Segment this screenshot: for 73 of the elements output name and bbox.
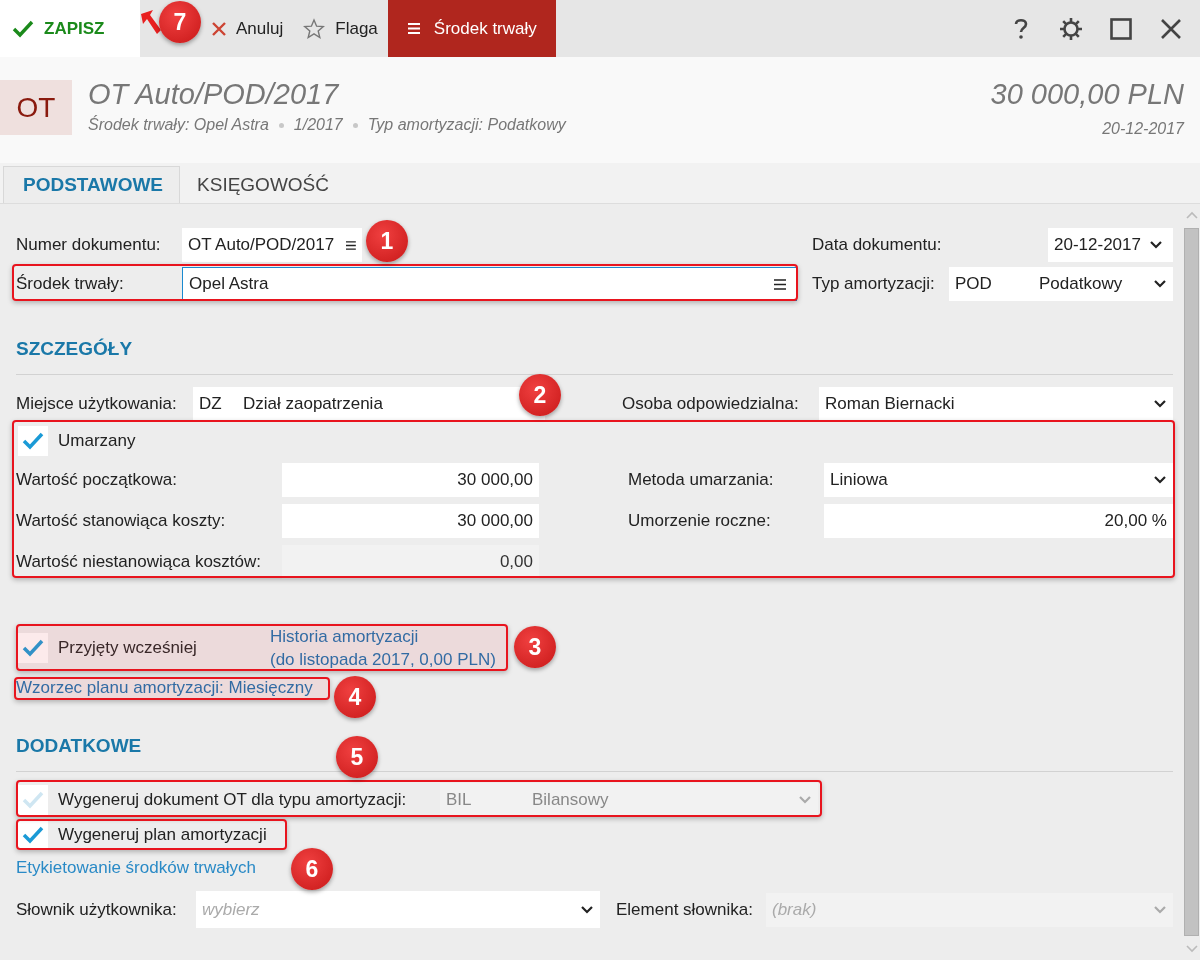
- checkbox-label: Przyjęty wcześniej: [58, 638, 197, 658]
- depreciation-method-dropdown[interactable]: Liniowa: [824, 462, 1173, 497]
- scroll-down-icon[interactable]: [1184, 944, 1199, 954]
- step-number-badge: 6: [291, 848, 333, 890]
- field-label: Słownik użytkownika:: [16, 899, 178, 920]
- document-date: 20-12-2017: [1101, 120, 1184, 138]
- chevron-down-icon: [1153, 474, 1167, 485]
- section-heading: SZCZEGÓŁY: [16, 338, 134, 360]
- checkmark-icon: [21, 431, 45, 451]
- responsible-person-dropdown[interactable]: Roman Biernacki: [819, 386, 1173, 421]
- chevron-down-icon: [1153, 904, 1167, 915]
- menu-button[interactable]: Środek trwały: [387, 0, 556, 57]
- star-icon: [303, 17, 326, 40]
- checkbox[interactable]: [18, 426, 48, 456]
- step-number-badge: 3: [514, 626, 556, 668]
- tab[interactable]: PODSTAWOWE: [3, 166, 181, 203]
- chevron-down-icon: [1153, 279, 1167, 289]
- checkbox[interactable]: [18, 633, 48, 663]
- amount-field[interactable]: 30 000,00: [282, 462, 539, 497]
- checkmark-icon: [21, 825, 45, 845]
- section-heading: DODATKOWE: [16, 735, 142, 756]
- checkbox-label: Wygeneruj dokument OT dla typu amortyzacji:: [58, 789, 408, 810]
- document-amount: 30 000,00 PLN: [990, 78, 1184, 111]
- menu-icon: [346, 239, 356, 251]
- checkbox-label: Wygeneruj plan amortyzacji: [58, 825, 267, 845]
- document-number-field[interactable]: OT Auto/POD/2017: [182, 228, 362, 262]
- field-label: Środek trwały:: [16, 274, 125, 294]
- field-label: Wartość początkowa:: [16, 469, 178, 490]
- field-label: Wartość niestanowiąca kosztów:: [16, 551, 263, 572]
- document-detail: 1/2017: [293, 116, 343, 134]
- tab[interactable]: KSIĘGOWOŚĆ: [183, 166, 343, 203]
- checkmark-icon: [21, 638, 45, 658]
- chevron-down-icon: [798, 794, 812, 805]
- field-label: Miejsce użytkowania:: [16, 393, 178, 414]
- step-number-badge: 1: [366, 220, 408, 262]
- step-number-badge: 2: [519, 374, 561, 416]
- checkmark-icon: [21, 789, 45, 810]
- chevron-down-icon: [580, 904, 594, 915]
- field-label: Data dokumentu:: [812, 235, 942, 255]
- amount-field[interactable]: 30 000,00: [282, 503, 539, 538]
- checkbox-label: Umarzany: [58, 431, 136, 451]
- step-number-badge: 4: [334, 676, 376, 718]
- document-detail: Środek trwały: Opel Astra: [88, 116, 269, 134]
- chevron-down-icon: [1148, 240, 1163, 250]
- cancel-button[interactable]: Anuluj: [202, 0, 294, 57]
- field-label: Element słownika:: [616, 899, 754, 920]
- fixed-asset-field[interactable]: Opel Astra: [182, 267, 797, 301]
- date-dropdown[interactable]: 20-12-2017: [1048, 228, 1173, 262]
- field-label: Typ amortyzacji:: [812, 274, 936, 294]
- plan-template-link[interactable]: Wzorzec planu amortyzacji: Miesięczny: [16, 678, 313, 698]
- field-label: Wartość stanowiąca koszty:: [16, 510, 227, 531]
- field-label: Metoda umarzania:: [628, 469, 775, 490]
- history-link[interactable]: Historia amortyzacji (do listopada 2017, 0,00 PLN): [270, 625, 496, 671]
- field-label: Umorzenie roczne:: [628, 510, 772, 531]
- separator-dot-icon: [352, 122, 358, 128]
- menu-icon: [407, 23, 420, 34]
- close-icon: [212, 21, 226, 36]
- save-button[interactable]: ZAPISZ: [0, 0, 140, 57]
- menu-icon: [774, 278, 786, 290]
- step-number-badge: 5: [336, 736, 378, 778]
- field-label: Numer dokumentu:: [16, 235, 162, 255]
- field-label: Osoba odpowiedzialna:: [622, 393, 800, 414]
- depreciation-type-dropdown[interactable]: POD Podatkowy: [949, 267, 1173, 301]
- document-type-badge: OT: [0, 80, 72, 135]
- document-title: OT Auto/POD/2017: [88, 78, 341, 111]
- document-detail: Typ amortyzacji: Podatkowy: [367, 116, 566, 134]
- separator-dot-icon: [278, 122, 284, 128]
- pointer-arrow: [141, 10, 161, 36]
- scroll-up-icon[interactable]: [1184, 210, 1199, 220]
- annual-depreciation-field[interactable]: 20,00 %: [824, 503, 1173, 538]
- flag-button[interactable]: Flaga: [293, 0, 388, 57]
- checkmark-icon: [12, 19, 34, 38]
- chevron-down-icon: [1153, 398, 1167, 409]
